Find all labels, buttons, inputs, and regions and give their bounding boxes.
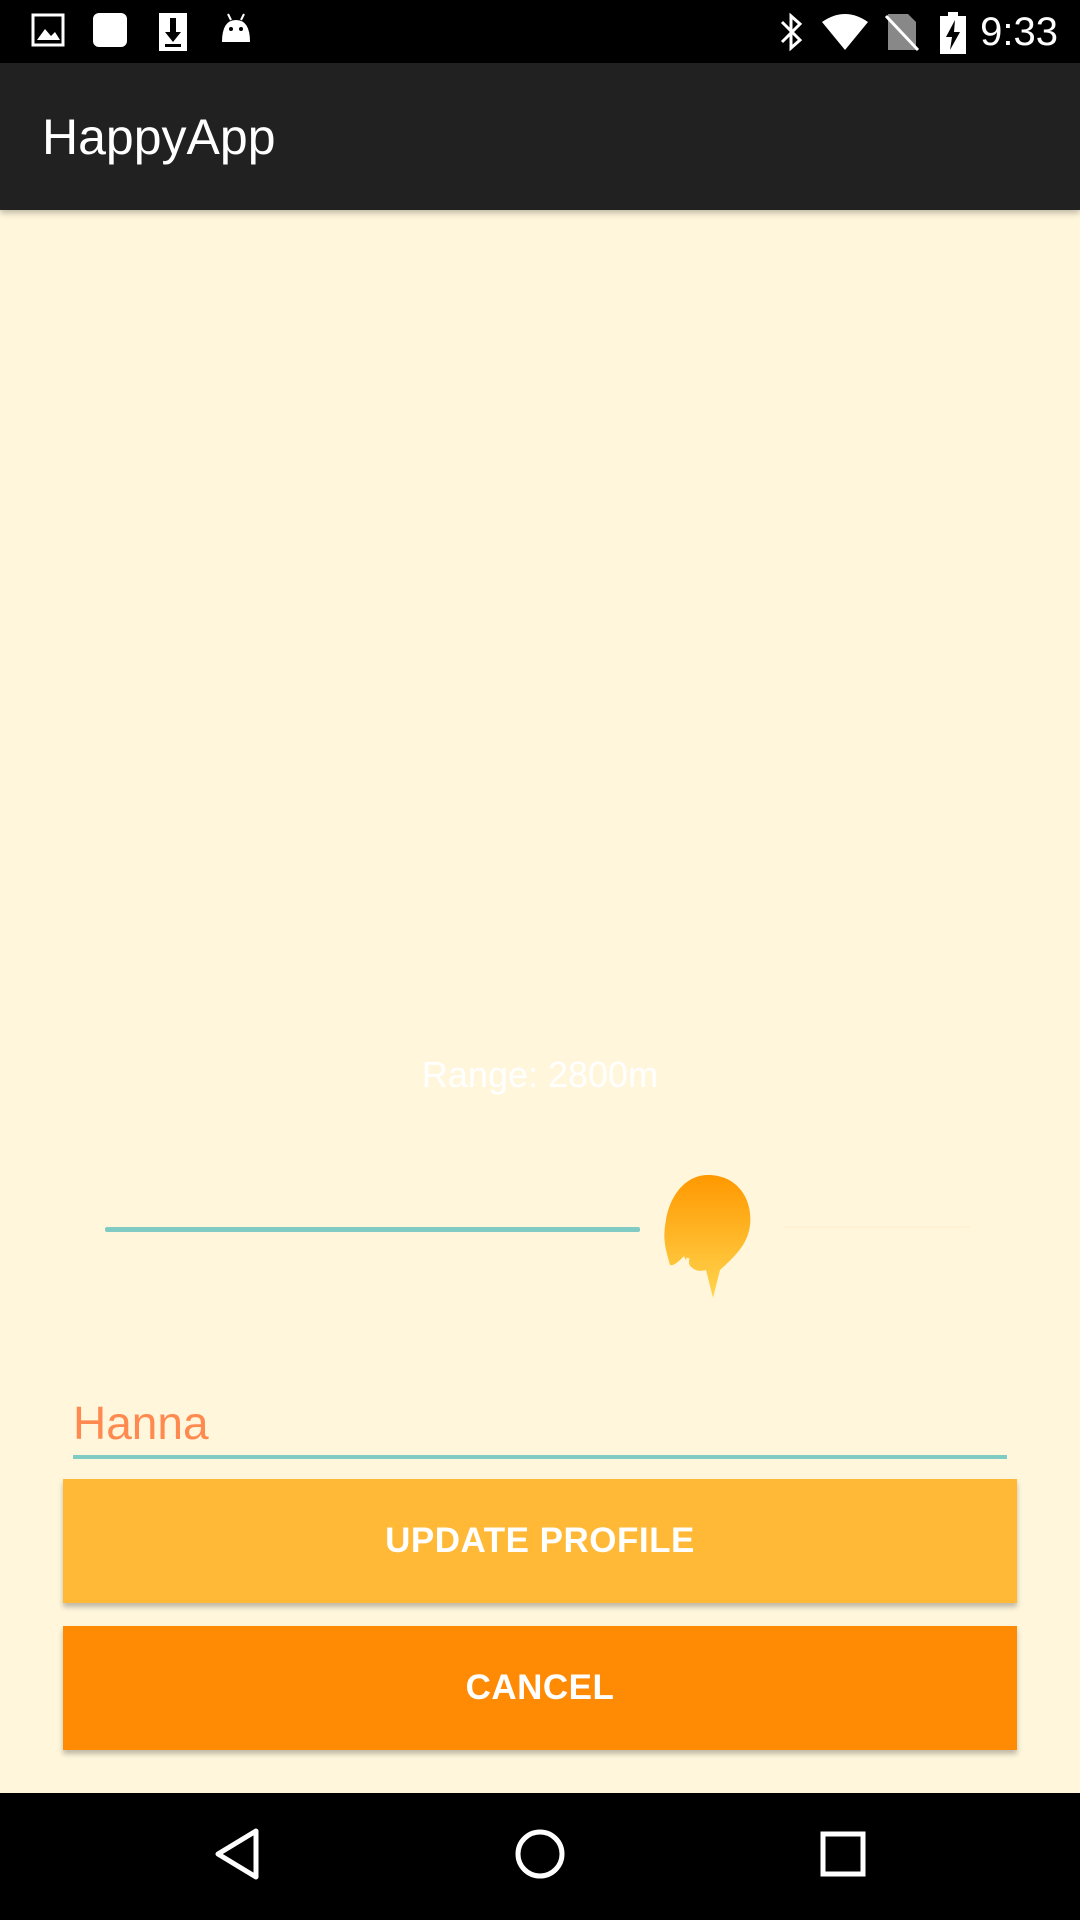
download-icon — [158, 12, 188, 57]
range-slider[interactable] — [100, 1160, 980, 1300]
square-app-icon — [92, 12, 128, 53]
slider-track-rest — [785, 1226, 970, 1228]
cancel-button[interactable]: CANCEL — [63, 1626, 1017, 1750]
recents-icon — [819, 1830, 867, 1883]
android-icon — [220, 12, 252, 53]
app-bar: HappyApp — [0, 63, 1080, 210]
back-button[interactable] — [167, 1793, 307, 1920]
slider-thumb-flame-icon[interactable] — [658, 1170, 758, 1300]
status-bar: 9:33 — [0, 0, 1080, 63]
name-input-underline — [73, 1455, 1007, 1459]
image-icon — [30, 12, 66, 53]
recents-button[interactable] — [773, 1793, 913, 1920]
nav-bar — [0, 1793, 1080, 1920]
bluetooth-icon — [778, 12, 804, 57]
name-input[interactable] — [73, 1384, 1007, 1462]
battery-charging-icon — [940, 12, 966, 59]
home-icon — [513, 1827, 567, 1886]
wifi-icon — [820, 12, 870, 57]
back-icon — [212, 1827, 262, 1886]
slider-track-active — [105, 1227, 640, 1232]
update-profile-button[interactable]: UPDATE PROFILE — [63, 1479, 1017, 1603]
status-clock: 9:33 — [980, 10, 1058, 54]
app-title: HappyApp — [42, 109, 276, 165]
range-label: Range: 2800m — [421, 1054, 659, 1095]
no-sim-icon — [884, 12, 920, 57]
home-button[interactable] — [470, 1793, 610, 1920]
